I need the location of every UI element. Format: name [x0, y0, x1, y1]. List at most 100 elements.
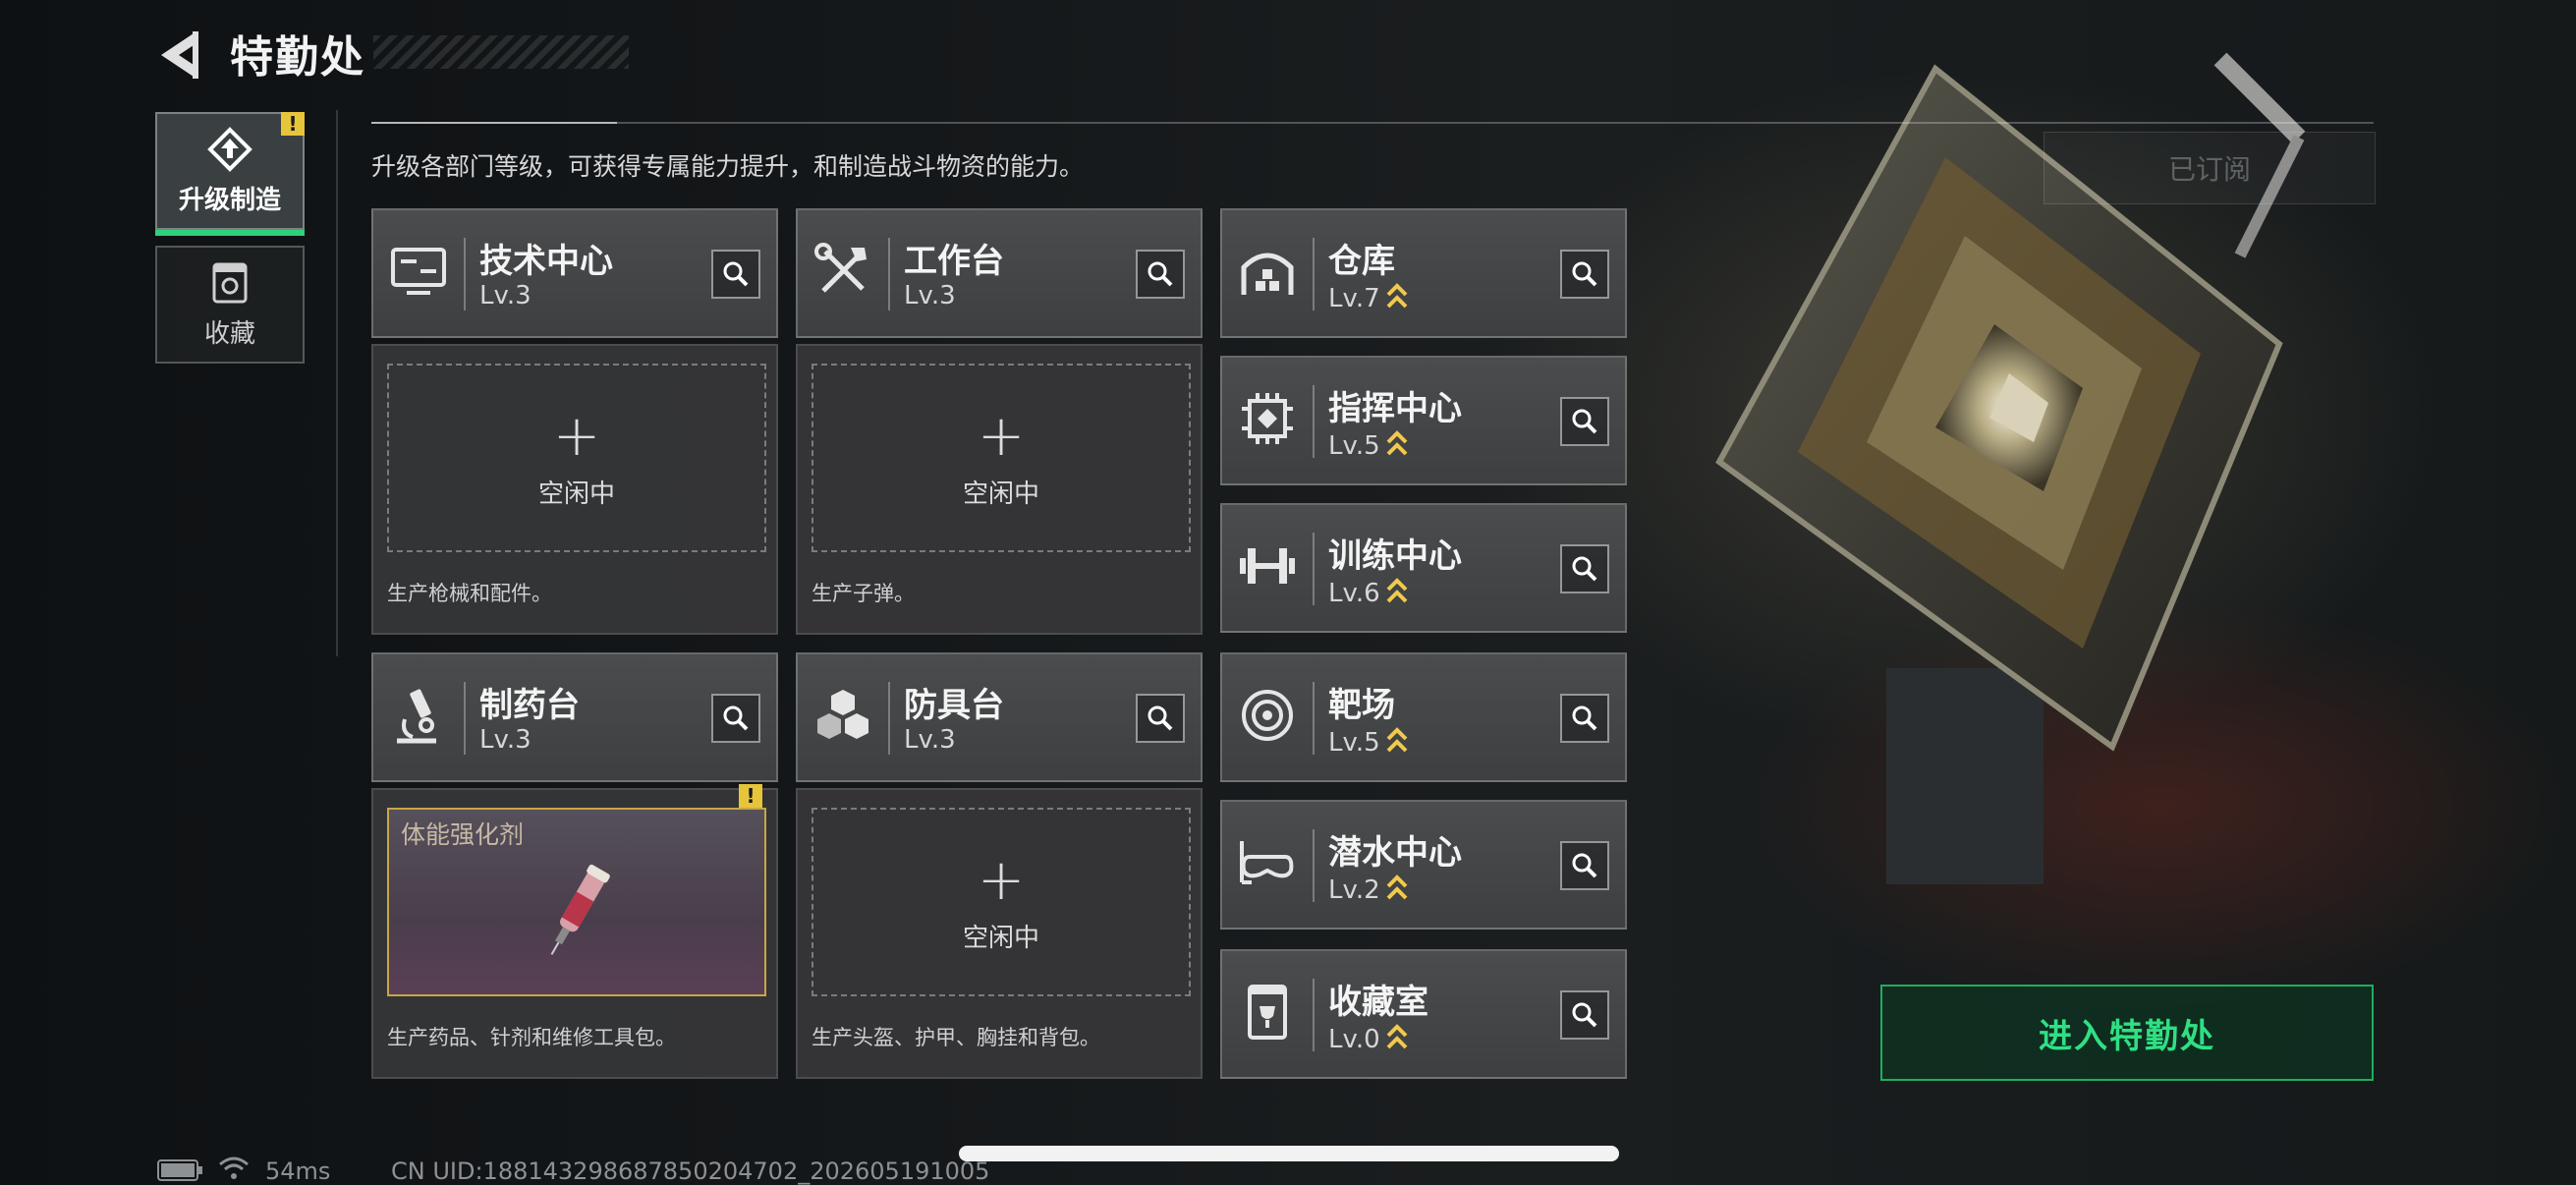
target-icon: [1242, 690, 1293, 741]
department-level: Lv.2: [1328, 873, 1408, 905]
magnify-icon: [723, 261, 749, 287]
production-panel-armor: + 空闲中 生产头盔、护甲、胸挂和背包。: [796, 788, 1203, 1079]
production-slot-item[interactable]: 体能强化剂: [387, 808, 766, 996]
magnify-icon: [1148, 705, 1173, 731]
level-text: Lv.2: [1328, 875, 1380, 905]
department-card-pharmacy[interactable]: 制药台 Lv.3: [371, 652, 778, 782]
magnify-icon: [1572, 556, 1597, 582]
magnify-button[interactable]: [711, 694, 760, 743]
department-card-collection-room[interactable]: 收藏室 Lv.0: [1220, 949, 1627, 1079]
home-indicator[interactable]: [959, 1146, 1619, 1161]
armor-blocks-icon: [817, 690, 868, 739]
department-name: 潜水中心: [1328, 833, 1462, 873]
department-name: 指挥中心: [1328, 389, 1462, 428]
level-text: Lv.0: [1328, 1025, 1380, 1054]
department-name: 技术中心: [479, 242, 613, 281]
level-text: Lv.6: [1328, 579, 1380, 608]
tools-icon: [814, 243, 867, 293]
upgrade-chevron-icon: [1386, 578, 1408, 603]
magnify-button[interactable]: [1136, 250, 1185, 299]
card-separator: [888, 238, 890, 310]
card-separator: [1313, 829, 1315, 902]
department-level: Lv.3: [904, 281, 956, 310]
department-level: Lv.7: [1328, 281, 1408, 313]
battery-icon: [157, 1159, 202, 1181]
add-icon: +: [977, 401, 1026, 469]
card-separator: [888, 682, 890, 755]
magnify-button[interactable]: [711, 250, 760, 299]
collection-icon: [212, 262, 248, 303]
page-description: 升级各部门等级，可获得专属能力提升，和制造战斗物资的能力。: [371, 152, 1085, 181]
magnify-button[interactable]: [1560, 544, 1609, 593]
title-decoration: [373, 35, 629, 69]
magnify-button[interactable]: [1560, 397, 1609, 446]
department-card-command-center[interactable]: 指挥中心 Lv.5: [1220, 356, 1627, 485]
production-description: 生产头盔、护甲、胸挂和背包。: [812, 1026, 1100, 1049]
upgrade-chevron-icon: [1386, 727, 1408, 753]
enter-special-ops-button[interactable]: 进入特勤处: [1880, 985, 2374, 1081]
idle-status: 空闲中: [537, 479, 615, 509]
card-separator: [1313, 682, 1315, 755]
department-card-training-center[interactable]: 训练中心 Lv.6: [1220, 503, 1627, 633]
department-card-shooting-range[interactable]: 靶场 Lv.5: [1220, 652, 1627, 782]
ping-readout: 54ms: [265, 1157, 331, 1185]
production-description: 生产药品、针剂和维修工具包。: [387, 1026, 676, 1049]
idle-status: 空闲中: [962, 479, 1039, 509]
chip-icon: [1242, 393, 1293, 444]
add-icon: +: [977, 845, 1026, 913]
trophy-case-icon: [1248, 985, 1287, 1040]
subscribed-button[interactable]: 已订阅: [2044, 132, 2376, 204]
magnify-icon: [1572, 853, 1597, 878]
monitor-icon: [391, 248, 446, 295]
department-card-workbench[interactable]: 工作台 Lv.3: [796, 208, 1203, 338]
magnify-button[interactable]: [1136, 694, 1185, 743]
upgrade-chevron-icon: [1386, 875, 1408, 900]
page-title: 特勤处: [230, 32, 365, 83]
department-card-warehouse[interactable]: 仓库 Lv.7: [1220, 208, 1627, 338]
department-name: 防具台: [904, 686, 1004, 725]
department-name: 收藏室: [1328, 983, 1428, 1022]
item-name: 体能强化剂: [401, 820, 525, 849]
alert-badge: !: [739, 784, 762, 808]
wifi-icon: [219, 1157, 249, 1179]
upgrade-chevron-icon: [1386, 1024, 1408, 1049]
department-level: Lv.3: [479, 281, 532, 310]
idle-production-slot[interactable]: + 空闲中: [812, 808, 1191, 996]
department-level: Lv.5: [1328, 428, 1408, 461]
sidebar-tab-collection[interactable]: 收藏: [155, 246, 305, 364]
card-separator: [464, 682, 466, 755]
user-uid: CN UID:18814329868785020470​2_2026051910…: [391, 1157, 990, 1185]
microscope-icon: [397, 689, 436, 744]
department-level: Lv.6: [1328, 576, 1408, 608]
warehouse-icon: [1241, 253, 1294, 295]
sidebar-tab-upgrade-build[interactable]: 升级制造 !: [155, 112, 305, 236]
level-text: Lv.5: [1328, 431, 1380, 461]
department-card-armor[interactable]: 防具台 Lv.3: [796, 652, 1203, 782]
department-name: 制药台: [479, 686, 580, 725]
department-card-tech-center[interactable]: 技术中心 Lv.3: [371, 208, 778, 338]
card-separator: [464, 238, 466, 310]
upgrade-chevron-icon: [1386, 283, 1408, 309]
magnify-button[interactable]: [1560, 250, 1609, 299]
idle-production-slot[interactable]: + 空闲中: [812, 364, 1191, 552]
department-level: Lv.3: [479, 725, 532, 755]
back-arrow-icon[interactable]: [153, 28, 212, 83]
sidebar-tab-label: 收藏: [203, 318, 255, 349]
department-name: 工作台: [904, 242, 1004, 281]
magnify-icon: [1572, 409, 1597, 434]
card-separator: [1313, 533, 1315, 605]
department-name: 训练中心: [1328, 536, 1462, 576]
header-divider: [371, 122, 2374, 124]
add-icon: +: [552, 401, 601, 469]
upgrade-build-icon: [207, 126, 252, 172]
magnify-icon: [1572, 1002, 1597, 1028]
department-card-diving-center[interactable]: 潜水中心 Lv.2: [1220, 800, 1627, 930]
level-text: Lv.7: [1328, 284, 1380, 313]
idle-production-slot[interactable]: + 空闲中: [387, 364, 766, 552]
magnify-button[interactable]: [1560, 990, 1609, 1040]
production-description: 生产枪械和配件。: [387, 582, 552, 605]
syringe-icon: [550, 864, 610, 955]
magnify-button[interactable]: [1560, 841, 1609, 890]
magnify-button[interactable]: [1560, 694, 1609, 743]
department-level: Lv.3: [904, 725, 956, 755]
